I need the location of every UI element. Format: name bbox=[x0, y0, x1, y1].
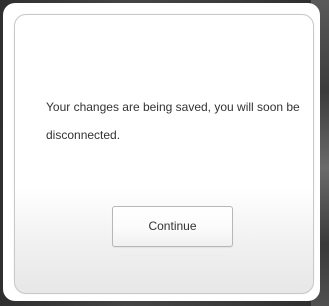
modal-dialog: Your changes are being saved, you will s… bbox=[3, 3, 320, 301]
dialog-panel: Your changes are being saved, you will s… bbox=[14, 14, 314, 294]
dialog-message: Your changes are being saved, you will s… bbox=[46, 100, 300, 142]
continue-button[interactable]: Continue bbox=[112, 206, 233, 247]
